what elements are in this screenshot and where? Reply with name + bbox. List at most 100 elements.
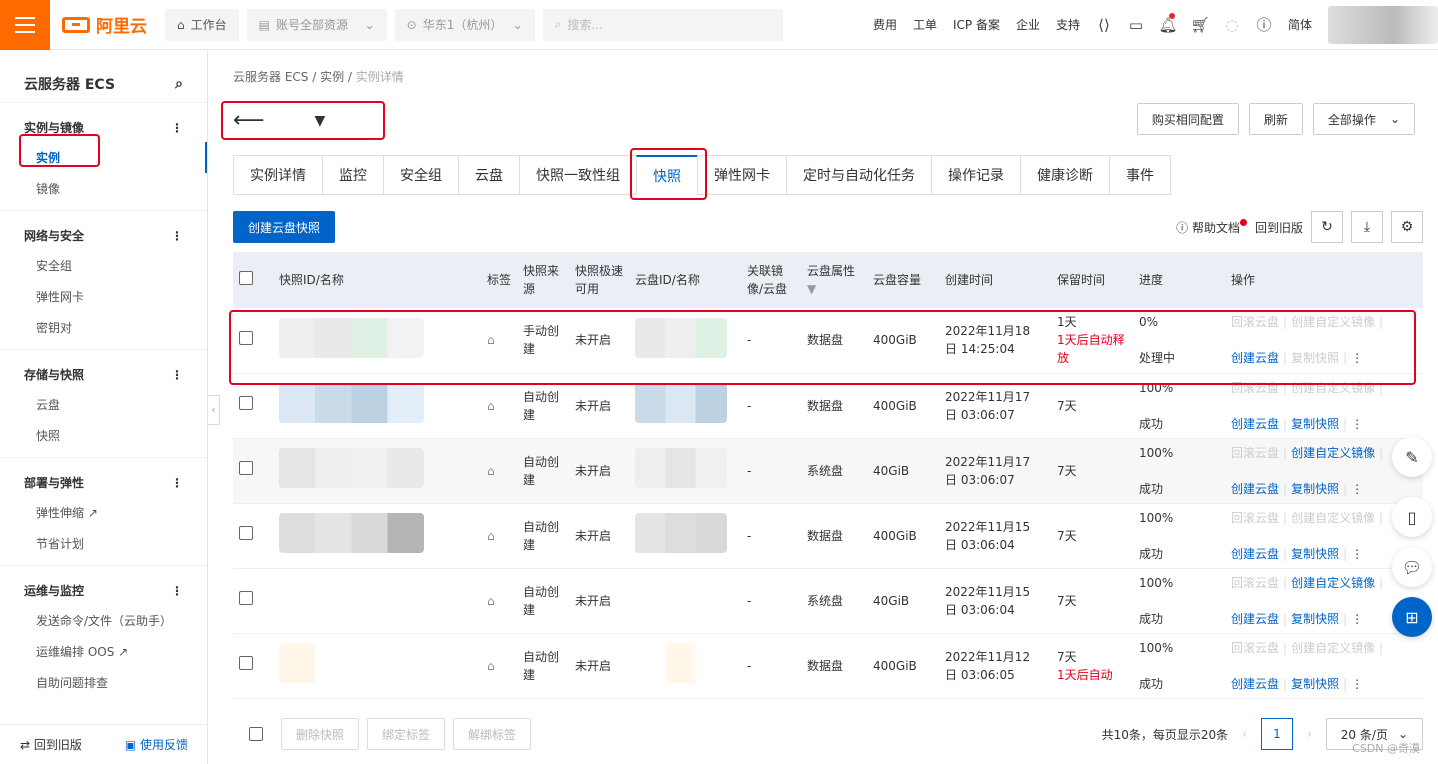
disk-id-redacted[interactable]	[635, 513, 727, 553]
more-icon[interactable]: ⋮	[171, 121, 183, 135]
create-disk-link[interactable]: 创建云盘	[1231, 677, 1279, 691]
sidebar-item-eni[interactable]: 弹性网卡	[0, 281, 207, 312]
copy-snapshot-link[interactable]: 复制快照	[1291, 677, 1339, 691]
create-disk-link[interactable]: 创建云盘	[1231, 417, 1279, 431]
row-checkbox[interactable]	[239, 656, 253, 670]
link-enterprise[interactable]: 企业	[1008, 16, 1048, 33]
unbind-tag-button[interactable]: 解绑标签	[453, 718, 532, 750]
tag-icon[interactable]: ⌂	[487, 529, 495, 543]
row-checkbox[interactable]	[239, 461, 253, 475]
breadcrumb-item[interactable]: 实例	[320, 70, 344, 84]
tab-snapshot-group[interactable]: 快照一致性组	[519, 155, 636, 195]
create-disk-snapshot-button[interactable]: 创建云盘快照	[233, 211, 336, 243]
tab-monitor[interactable]: 监控	[322, 155, 383, 195]
refresh-icon[interactable]: ↻	[1311, 211, 1343, 243]
bind-tag-button[interactable]: 绑定标签	[367, 718, 446, 750]
table-row[interactable]: ⌂ 自动创建 未开启 - 系统盘 40GiB 2022年11月17 日 03:06:07 7天 1…	[233, 438, 1423, 504]
disk-id-redacted[interactable]	[635, 448, 727, 488]
create-disk-link[interactable]: 创建云盘	[1231, 612, 1279, 626]
tab-scheduled-tasks[interactable]: 定时与自动化任务	[786, 155, 931, 195]
copy-snapshot-link[interactable]: 复制快照	[1291, 547, 1339, 561]
sidebar-item-autoscaling[interactable]: 弹性伸缩 ↗	[0, 497, 207, 528]
table-row[interactable]: ⌂ 自动创建 未开启 - 系统盘 40GiB 2022年11月15 日 03:06:04 7天 1…	[233, 568, 1423, 634]
tab-eni[interactable]: 弹性网卡	[697, 155, 786, 195]
avatar[interactable]	[1328, 5, 1438, 44]
back-old-version-link[interactable]: ⇄ 回到旧版	[20, 736, 82, 753]
create-disk-link[interactable]: 创建云盘	[1231, 482, 1279, 496]
search-icon[interactable]: ⌕	[175, 76, 183, 92]
edit-icon[interactable]: ✎	[1392, 437, 1432, 477]
feedback-link[interactable]: ▣ 使用反馈	[125, 736, 188, 753]
more-icon[interactable]: ⋮	[1351, 417, 1363, 431]
sidebar-item-snapshot[interactable]: 快照	[0, 420, 207, 451]
page-number[interactable]: 1	[1260, 718, 1293, 750]
filter-icon[interactable]: ▼	[807, 282, 816, 296]
help-doc-link[interactable]: ⓘ 帮助文档	[1176, 218, 1247, 236]
hamburger-menu-icon[interactable]	[0, 0, 50, 50]
rollback-disk-link[interactable]: 回滚云盘	[1231, 576, 1279, 590]
bell-icon[interactable]: 🔔︎	[1152, 12, 1184, 34]
link-cost[interactable]: 费用	[865, 16, 905, 33]
book-icon[interactable]: ▯	[1392, 497, 1432, 537]
rollback-disk-link[interactable]: 回滚云盘	[1231, 511, 1279, 525]
copy-snapshot-link[interactable]: 复制快照	[1291, 482, 1339, 496]
disk-id-redacted[interactable]	[635, 578, 727, 618]
sidebar-item-security-group[interactable]: 安全组	[0, 250, 207, 281]
prev-page-icon[interactable]: ‹	[1242, 727, 1247, 741]
sidebar-item-keypair[interactable]: 密钥对	[0, 312, 207, 343]
tab-events[interactable]: 事件	[1109, 155, 1171, 195]
tag-icon[interactable]: ⌂	[487, 399, 495, 413]
search-input[interactable]: ⌕ 搜索...	[542, 8, 783, 41]
back-old-version-link[interactable]: 回到旧版	[1255, 219, 1303, 236]
copy-snapshot-link[interactable]: 复制快照	[1291, 612, 1339, 626]
apps-icon[interactable]: ⊞	[1392, 597, 1432, 637]
tag-icon[interactable]: ⌂	[487, 464, 495, 478]
select-all-checkbox-footer[interactable]	[249, 727, 263, 741]
chat-icon[interactable]: 💬︎	[1392, 547, 1432, 587]
tag-icon[interactable]: ⌂	[487, 659, 495, 673]
sidebar-item-disk[interactable]: 云盘	[0, 389, 207, 420]
more-icon[interactable]: ⋮	[171, 229, 183, 243]
lightbulb-icon[interactable]: ◌	[1216, 16, 1248, 34]
snapshot-id-redacted[interactable]	[279, 578, 424, 618]
create-disk-link[interactable]: 创建云盘	[1231, 547, 1279, 561]
row-checkbox[interactable]	[239, 526, 253, 540]
refresh-button[interactable]: 刷新	[1248, 103, 1303, 135]
sidebar-item-send-command[interactable]: 发送命令/文件（云助手）	[0, 605, 207, 636]
help-icon[interactable]: ⓘ	[1248, 14, 1280, 35]
create-custom-image-link[interactable]: 创建自定义镜像	[1291, 446, 1375, 460]
copy-snapshot-link[interactable]: 复制快照	[1291, 417, 1339, 431]
table-row[interactable]: ⌂ 自动创建 未开启 - 数据盘 400GiB 2022年11月12 日 03:06:05 7天…	[233, 633, 1423, 699]
tab-operation-log[interactable]: 操作记录	[931, 155, 1020, 195]
download-icon[interactable]: ⤓	[1351, 211, 1383, 243]
snapshot-id-redacted[interactable]	[279, 643, 424, 683]
workbench-button[interactable]: ⌂ 工作台	[165, 8, 239, 41]
table-row[interactable]: ⌂ 自动创建 未开启 - 数据盘 400GiB 2022年11月15 日 03:06:04 7天…	[233, 503, 1423, 569]
delete-snapshot-button[interactable]: 删除快照	[281, 718, 360, 750]
snapshot-id-redacted[interactable]	[279, 448, 424, 488]
column-header-disk-attr[interactable]: 云盘属性 ▼	[801, 252, 867, 308]
tab-instance-detail[interactable]: 实例详情	[233, 155, 322, 195]
settings-icon[interactable]: ⚙	[1391, 211, 1423, 243]
account-scope-select[interactable]: ▤ 账号全部资源 ⌄	[246, 8, 387, 41]
link-ticket[interactable]: 工单	[905, 16, 945, 33]
tag-icon[interactable]: ⌂	[487, 594, 495, 608]
aliyun-logo[interactable]: 阿里云	[62, 12, 157, 37]
next-page-icon[interactable]: ›	[1307, 727, 1312, 741]
language-switch[interactable]: 简体	[1280, 16, 1320, 33]
snapshot-id-redacted[interactable]	[279, 383, 424, 423]
buy-same-config-button[interactable]: 购买相同配置	[1136, 103, 1239, 135]
row-checkbox[interactable]	[239, 396, 253, 410]
disk-id-redacted[interactable]	[635, 383, 727, 423]
disk-id-redacted[interactable]	[635, 643, 727, 683]
more-icon[interactable]: ⋮	[1351, 547, 1363, 561]
create-custom-image-link[interactable]: 创建自定义镜像	[1291, 641, 1375, 655]
sidebar-item-savings-plan[interactable]: 节省计划	[0, 528, 207, 559]
row-checkbox[interactable]	[239, 591, 253, 605]
snapshot-id-redacted[interactable]	[279, 513, 424, 553]
more-icon[interactable]: ⋮	[1351, 612, 1363, 626]
sidebar-item-oos[interactable]: 运维编排 OOS ↗	[0, 636, 207, 667]
region-select[interactable]: ⊙ 华东1（杭州） ⌄	[394, 8, 535, 41]
rollback-disk-link[interactable]: 回滚云盘	[1231, 446, 1279, 460]
tab-health-diagnosis[interactable]: 健康诊断	[1020, 155, 1109, 195]
